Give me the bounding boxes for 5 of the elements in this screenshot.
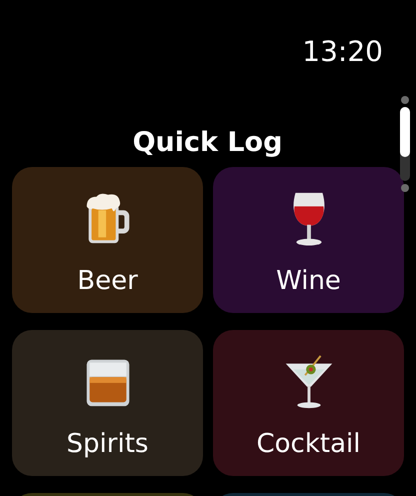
drink-tile[interactable]: Spirits [12, 330, 203, 476]
drink-tile[interactable]: Cocktail [213, 330, 404, 476]
clock-time: 13:20 [302, 34, 383, 70]
drink-tile[interactable]: Wine [213, 167, 404, 313]
drink-tile[interactable]: Beer [12, 167, 203, 313]
